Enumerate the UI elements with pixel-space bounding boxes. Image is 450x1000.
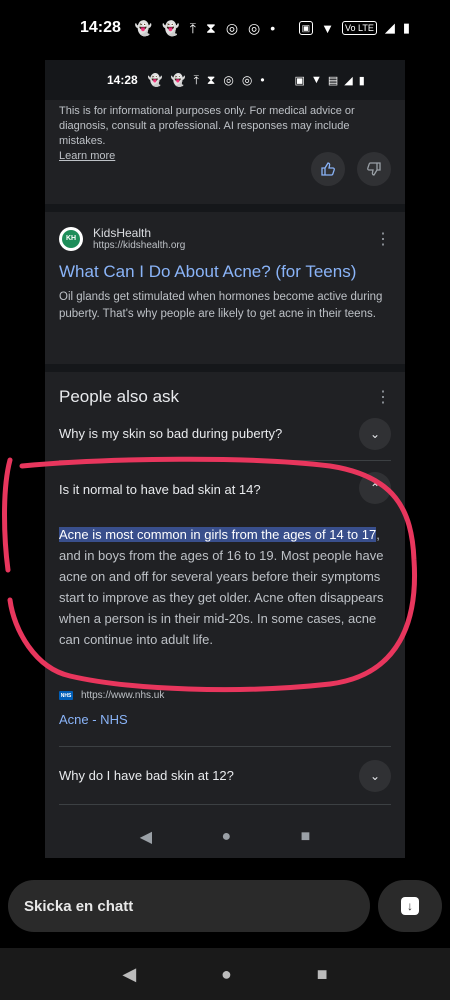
signal-icon: ◢ [384, 20, 395, 35]
snapchat-icon: 👻 [147, 72, 163, 87]
nfc-icon: ▣ [294, 74, 305, 87]
answer-text: , and in boys from the ages of 16 to 19.… [59, 527, 384, 647]
chat-placeholder: Skicka en chatt [24, 897, 134, 915]
chat-input[interactable]: Skicka en chatt [8, 880, 370, 932]
wifi-icon: ▼ [310, 74, 322, 86]
home-icon[interactable]: ● [221, 828, 231, 846]
chrome-icon: ◎ [241, 72, 253, 87]
divider-line [59, 746, 391, 747]
kidshealth-favicon: KH [59, 226, 83, 251]
thumbs-down-button[interactable] [357, 152, 391, 186]
answer-highlight: Acne is most common in girls from the ag… [59, 527, 377, 542]
section-divider [45, 364, 405, 372]
dot-icon: • [270, 20, 276, 36]
result-title-link[interactable]: What Can I Do About Acne? (for Teens) [59, 261, 391, 283]
section-divider [45, 204, 405, 212]
search-result[interactable]: KH KidsHealth https://kidshealth.org ⋮ W… [45, 212, 405, 364]
volte-icon: ▤ [327, 74, 339, 87]
wifi-icon: ▼ [321, 20, 334, 36]
system-nav-bar: ◀ ● ■ [0, 948, 450, 1000]
hourglass-icon: ⧗ [206, 19, 216, 36]
recents-icon[interactable]: ■ [301, 828, 311, 846]
paa-title: People also ask [59, 387, 180, 406]
chevron-down-icon[interactable]: ⌄ [359, 760, 391, 792]
notification-icons: 👻 👻 ⤒ ⧗ ◎ ◎ • [135, 20, 275, 37]
source-url: https://www.nhs.uk [81, 690, 165, 701]
result-site-name: KidsHealth [93, 226, 152, 240]
battery-icon: ▮ [358, 74, 365, 87]
chrome-icon: ◎ [223, 72, 234, 87]
chevron-down-icon[interactable]: ⌄ [359, 418, 391, 450]
nfc-icon: ▣ [298, 21, 314, 35]
snapchat-icon: 👻 [170, 72, 186, 87]
result-snippet: Oil glands get stimulated when hormones … [59, 291, 383, 320]
answer-source[interactable]: NHS https://www.nhs.uk [59, 690, 164, 701]
back-icon[interactable]: ◀ [140, 827, 152, 847]
divider-line [59, 460, 391, 461]
nhs-logo-icon: NHS [59, 691, 73, 700]
dot-icon: • [260, 72, 265, 87]
battery-icon: ▮ [402, 20, 410, 35]
chevron-up-icon[interactable]: ⌃ [359, 472, 391, 504]
upload-icon: ⤒ [193, 72, 199, 87]
inner-notification-icons: 👻 👻 ⤒ ⧗ ◎ ◎ • [148, 73, 265, 88]
upload-icon: ⤒ [189, 19, 196, 36]
inner-nav-bar: ◀ ● ■ [45, 816, 405, 858]
chrome-icon: ◎ [248, 19, 261, 36]
thumbs-up-button[interactable] [311, 152, 345, 186]
hourglass-icon: ⧗ [206, 72, 216, 87]
chrome-icon: ◎ [225, 19, 239, 36]
result-site-info: KidsHealth https://kidshealth.org [93, 226, 185, 251]
home-icon[interactable]: ● [221, 964, 232, 985]
more-options-icon[interactable]: ⋮ [375, 387, 391, 407]
inner-status-bar: 14:28 👻 👻 ⤒ ⧗ ◎ ◎ • ▣ ▼ ▤ ◢ ▮ [45, 60, 405, 100]
paa-question[interactable]: Why is my skin so bad during puberty? [59, 426, 391, 441]
more-options-icon[interactable]: ⋮ [375, 229, 391, 249]
paa-question[interactable]: Why do I have bad skin at 12? [59, 768, 391, 783]
send-icon: ↓ [401, 897, 419, 915]
inner-status-time: 14:28 [107, 73, 138, 87]
thumbs-down-icon [367, 162, 381, 176]
back-icon[interactable]: ◀ [122, 964, 136, 985]
people-also-ask: People also ask ⋮ Why is my skin so bad … [45, 372, 405, 858]
feedback-buttons [311, 152, 391, 186]
disclaimer-text: This is for informational purposes only.… [59, 105, 355, 147]
paa-answer: Acne is most common in girls from the ag… [59, 524, 393, 650]
status-time: 14:28 [80, 19, 121, 36]
favicon-text: KH [62, 229, 80, 248]
system-icons: ▣ ▼ Vo LTE ◢ ▮ [298, 20, 410, 36]
thumbs-up-icon [321, 162, 335, 176]
recents-icon[interactable]: ■ [317, 964, 328, 985]
signal-icon: ◢ [344, 74, 353, 87]
result-site-url: https://kidshealth.org [93, 240, 186, 251]
paa-question[interactable]: Is it normal to have bad skin at 14? [59, 482, 391, 497]
source-link[interactable]: Acne - NHS [59, 712, 128, 727]
status-bar: 14:28 👻 👻 ⤒ ⧗ ◎ ◎ • ▣ ▼ Vo LTE ◢ ▮ [0, 0, 450, 56]
snapchat-icon: 👻 [134, 19, 153, 36]
inner-system-icons: ▣ ▼ ▤ ◢ ▮ [295, 74, 365, 87]
embedded-screenshot: 14:28 👻 👻 ⤒ ⧗ ◎ ◎ • ▣ ▼ ▤ ◢ ▮ This is fo… [45, 60, 405, 858]
snapchat-icon: 👻 [162, 19, 180, 36]
send-button[interactable]: ↓ [378, 880, 442, 932]
divider-line [59, 804, 391, 805]
volte-icon: Vo LTE [341, 21, 377, 35]
result-site-row: KH KidsHealth https://kidshealth.org ⋮ [59, 226, 391, 251]
paa-header: People also ask ⋮ [45, 372, 405, 412]
